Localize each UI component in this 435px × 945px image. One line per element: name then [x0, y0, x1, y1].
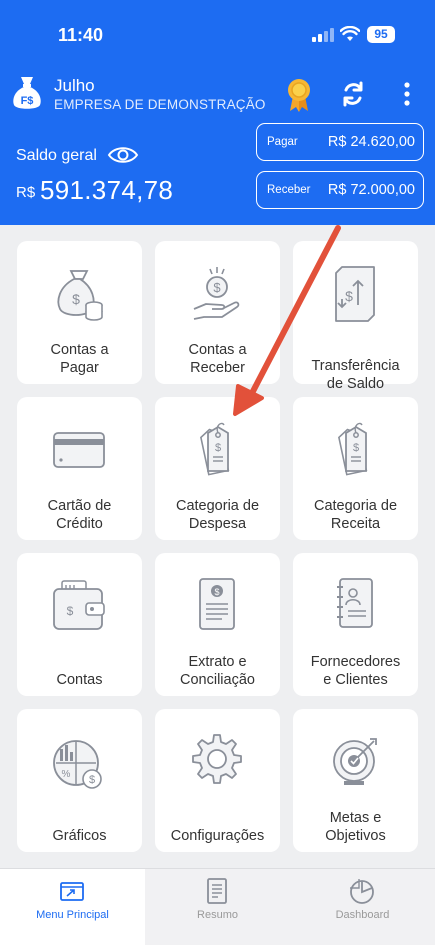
statement-icon: $ — [199, 578, 235, 630]
menu-item-label-line2: Crédito — [56, 516, 103, 532]
menu-item-label-line1: Transferência — [311, 358, 400, 374]
company-name[interactable]: EMPRESA DE DEMONSTRAÇÃO — [54, 97, 266, 112]
menu-item-label-line2: Receita — [330, 516, 381, 532]
menu-item-label-line2: Receber — [190, 360, 245, 376]
money-bag-icon: $ — [57, 270, 103, 321]
menu-item-contas[interactable]: $ Contas — [17, 553, 142, 696]
document-icon — [207, 878, 227, 904]
menu-item-label-line1: Categoria de — [313, 498, 398, 514]
eye-icon[interactable] — [107, 145, 139, 165]
medal-icon[interactable] — [285, 78, 313, 112]
credit-card-icon — [53, 432, 105, 468]
menu-item-label-line1: Cartão de — [47, 498, 112, 514]
company-logo-icon[interactable]: F$ — [12, 74, 42, 112]
menu-item-label-line2: Objetivos — [325, 828, 386, 844]
menu-item-extrato-e-conciliacao[interactable]: $ Extrato e Conciliação — [155, 553, 280, 696]
more-vertical-icon[interactable] — [401, 82, 413, 106]
wallet-icon: $ — [53, 580, 105, 630]
menu-item-label-line2: de Saldo — [326, 376, 385, 392]
svg-text:$: $ — [89, 774, 95, 786]
menu-icon — [60, 882, 84, 901]
menu-item-label-line2: Pagar — [60, 360, 99, 376]
saldo-currency: R$ — [16, 184, 36, 201]
sync-icon[interactable] — [341, 80, 365, 108]
gear-icon — [192, 734, 242, 784]
menu-item-label-line2: Conciliação — [180, 672, 255, 688]
receber-value: R$ 72.000,00 — [327, 182, 415, 198]
menu-item-label-line2: Despesa — [188, 516, 247, 532]
hand-coin-icon: $ — [193, 267, 240, 320]
tab-resumo[interactable]: Resumo — [145, 869, 290, 945]
battery-indicator: 95 — [367, 26, 395, 43]
target-icon — [333, 738, 377, 785]
menu-item-configuracoes[interactable]: Configurações — [155, 709, 280, 852]
menu-item-fornecedores-e-clientes[interactable]: Fornecedores e Clientes — [293, 553, 418, 696]
menu-item-cartao-de-credito[interactable]: Cartão de Crédito — [17, 397, 142, 540]
receber-label: Receber — [267, 184, 311, 196]
pie-chart-icon — [350, 879, 374, 904]
pagar-label: Pagar — [267, 136, 298, 148]
tab-label: Dashboard — [335, 909, 390, 921]
svg-text:%: % — [62, 769, 71, 780]
menu-item-transferencia-de-saldo[interactable]: $ Transferência de Saldo — [293, 241, 418, 392]
tab-label: Resumo — [197, 909, 238, 921]
menu-item-contas-a-pagar[interactable]: $ Contas a Pagar — [17, 241, 142, 384]
menu-item-graficos[interactable]: % $ Gráficos — [17, 709, 142, 852]
menu-item-label-line1: Gráficos — [52, 828, 107, 844]
tab-menu-principal[interactable]: Menu Principal — [0, 869, 145, 945]
tab-label: Menu Principal — [36, 909, 109, 921]
menu-item-label-line1: Configurações — [170, 828, 265, 844]
contacts-book-icon — [337, 578, 373, 628]
menu-item-label-line1: Extrato e — [188, 654, 247, 670]
menu-item-categoria-de-receita[interactable]: $ Categoria de Receita — [293, 397, 418, 540]
svg-text:$: $ — [67, 604, 74, 618]
svg-text:$: $ — [345, 288, 353, 304]
menu-item-categoria-de-despesa[interactable]: $ Categoria de Despesa — [155, 397, 280, 540]
svg-text:$: $ — [214, 587, 219, 597]
menu-item-contas-a-receber[interactable]: $ Contas a Receber — [155, 241, 280, 384]
menu-item-label-line1: Contas — [56, 672, 103, 688]
bottom-tab-bar: Menu Principal Resumo Dashboard — [0, 868, 435, 945]
app-header: 11:40 95 F$ Julho EMPRESA DE DEMONSTRAÇÃ… — [0, 0, 435, 225]
menu-item-metas-e-objetivos[interactable]: Metas e Objetivos — [293, 709, 418, 852]
tag-icon: $ — [338, 422, 368, 476]
status-bar: 11:40 95 — [0, 0, 435, 70]
svg-text:$: $ — [213, 280, 221, 295]
menu-item-label-line1: Contas a — [188, 342, 247, 358]
saldo-value: 591.374,78 — [40, 175, 174, 205]
month-label[interactable]: Julho — [54, 76, 95, 96]
menu-item-label-line1: Fornecedores — [310, 654, 401, 670]
charts-icon: % $ — [53, 740, 102, 789]
svg-text:$: $ — [72, 291, 80, 307]
svg-text:$: $ — [215, 442, 221, 454]
menu-item-label-line1: Metas e — [329, 810, 382, 826]
menu-item-label-line1: Contas a — [50, 342, 109, 358]
pagar-value: R$ 24.620,00 — [327, 134, 415, 150]
tag-icon: $ — [200, 422, 230, 476]
wifi-icon — [340, 26, 360, 41]
menu-item-label-line2: e Clientes — [323, 672, 388, 688]
status-time: 11:40 — [58, 25, 104, 45]
svg-text:F$: F$ — [21, 95, 34, 107]
transfer-icon: $ — [335, 266, 375, 322]
saldo-label: Saldo geral — [16, 147, 97, 164]
svg-text:$: $ — [353, 442, 359, 454]
tab-dashboard[interactable]: Dashboard — [290, 869, 435, 945]
menu-item-label-line1: Categoria de — [175, 498, 260, 514]
pagar-button[interactable]: Pagar R$ 24.620,00 — [256, 123, 424, 161]
cellular-signal-icon — [312, 28, 334, 42]
receber-button[interactable]: Receber R$ 72.000,00 — [256, 171, 424, 209]
